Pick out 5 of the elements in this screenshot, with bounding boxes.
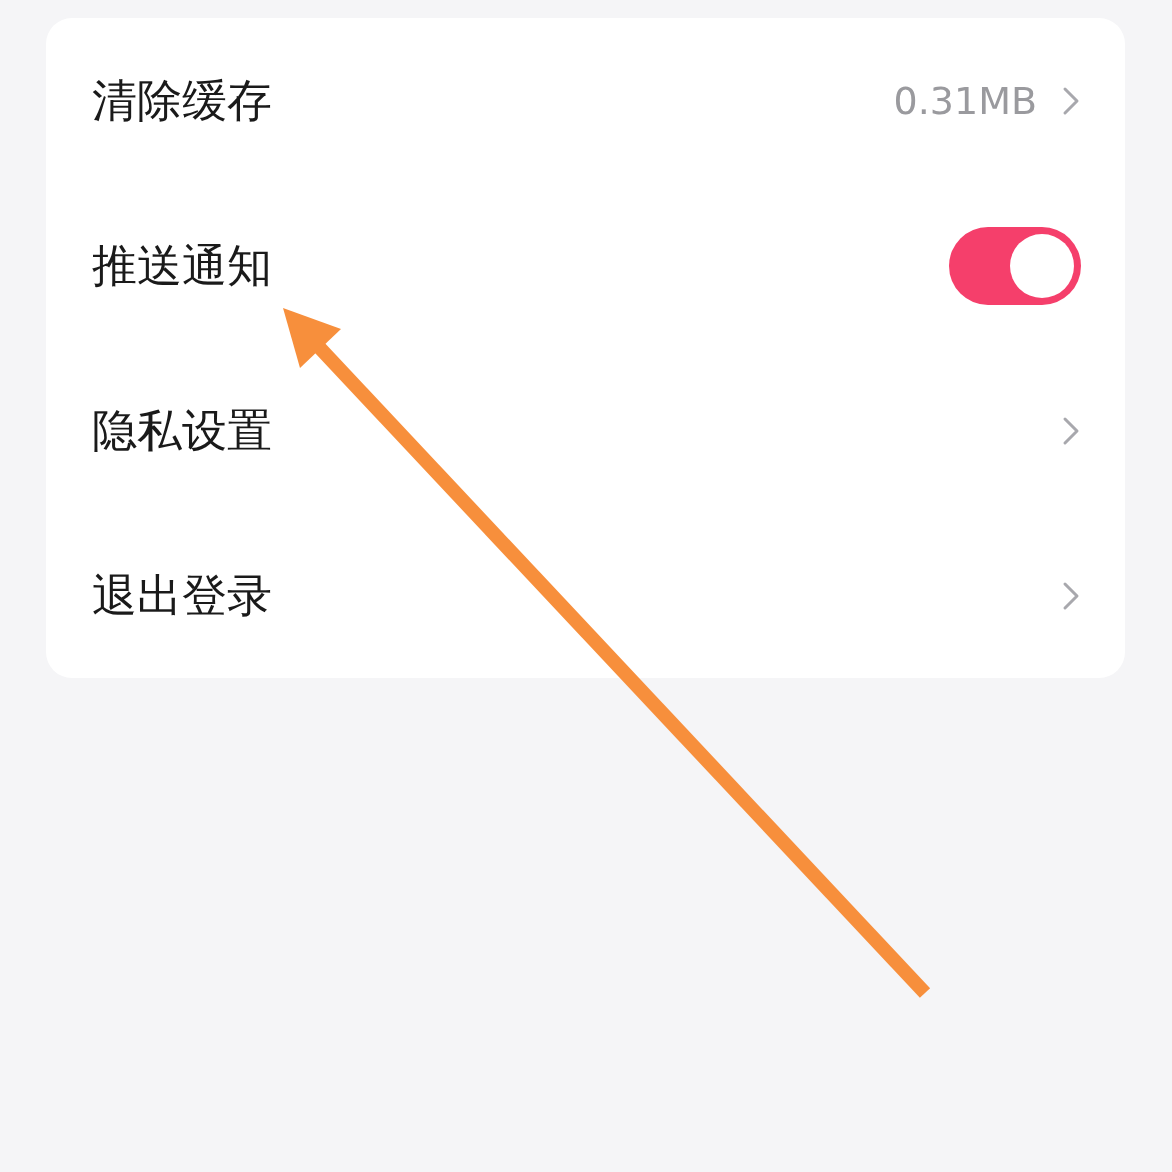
setting-label: 清除缓存 — [92, 72, 272, 129]
setting-value: 0.31MB — [893, 78, 1037, 123]
setting-label: 隐私设置 — [92, 402, 272, 459]
setting-label: 退出登录 — [92, 567, 272, 624]
setting-label: 推送通知 — [92, 237, 272, 294]
